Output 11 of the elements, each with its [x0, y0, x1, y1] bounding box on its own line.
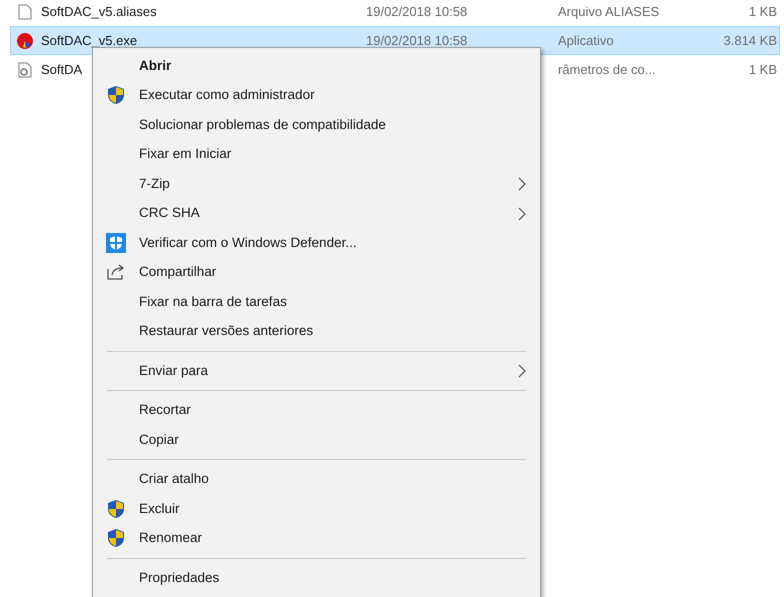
file-type: râmetros de co...: [558, 60, 657, 79]
file-size: 1 KB: [748, 60, 778, 79]
file-name: SoftDAC_v5.exe: [41, 32, 138, 50]
file-date: 19/02/2018 10:58: [366, 2, 468, 21]
file-type: Aplicativo: [558, 32, 615, 50]
file-type: Arquivo ALIASES: [558, 2, 660, 21]
file-size: 1 KB: [748, 2, 778, 21]
file-size: 3.814 KB: [722, 32, 778, 50]
file-name: SoftDA: [41, 60, 82, 79]
file-date: 19/02/2018 10:58: [366, 32, 468, 50]
file-name: SoftDAC_v5.aliases: [41, 2, 157, 21]
